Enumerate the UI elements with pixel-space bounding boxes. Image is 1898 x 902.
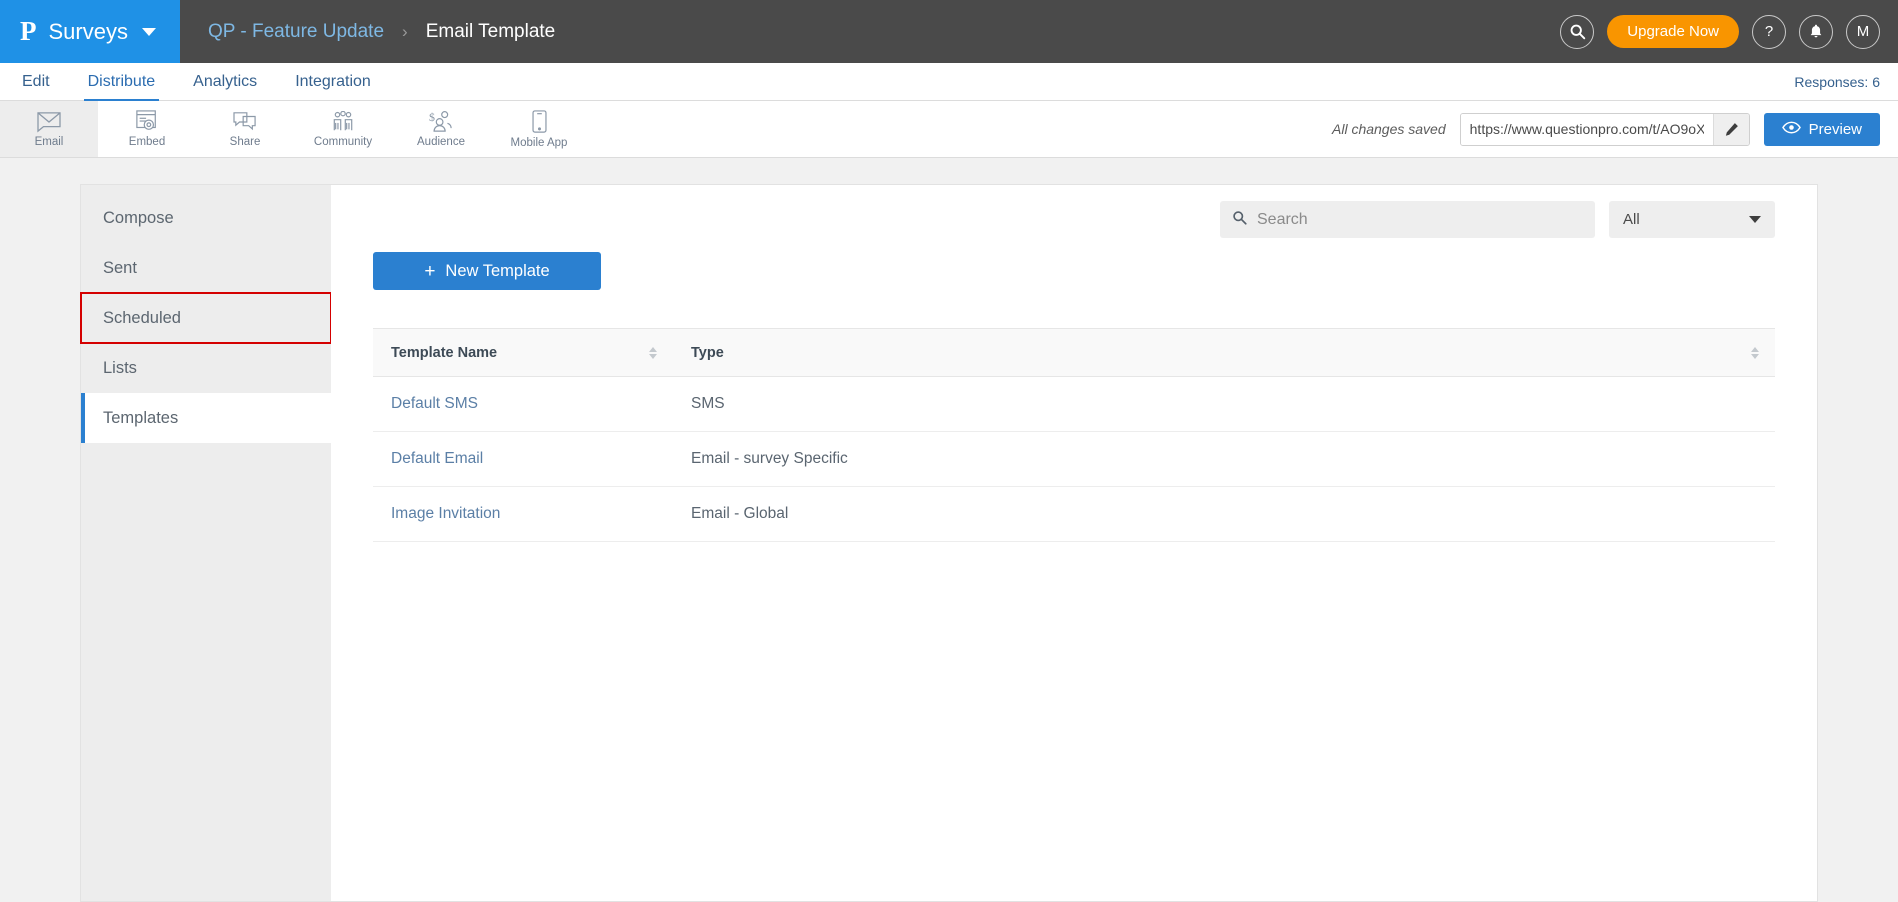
column-label: Type — [691, 344, 724, 361]
channel-label: Mobile App — [510, 136, 568, 149]
sidebar-item-label: Templates — [103, 408, 179, 427]
breadcrumb: QP - Feature Update › Email Template — [180, 0, 555, 63]
tab-distribute[interactable]: Distribute — [83, 63, 160, 101]
channel-label: Community — [313, 135, 373, 148]
templates-main-panel: All + New Template Template Name — [331, 185, 1817, 901]
upgrade-now-button[interactable]: Upgrade Now — [1607, 15, 1739, 48]
sidebar-item-scheduled[interactable]: Scheduled — [80, 292, 332, 344]
pencil-icon-button[interactable] — [1712, 113, 1749, 145]
templates-toolbar: All — [373, 185, 1775, 238]
table-row[interactable]: Default SMS SMS — [373, 376, 1775, 432]
channel-community[interactable]: Community — [294, 101, 392, 157]
table-row[interactable]: Image Invitation Email - Global — [373, 486, 1775, 542]
channel-share[interactable]: Share — [196, 101, 294, 157]
brand-label: Surveys — [48, 18, 128, 44]
sidebar-item-sent[interactable]: Sent — [81, 243, 331, 293]
sort-toggle-icon[interactable] — [1751, 346, 1759, 359]
community-people-icon — [330, 110, 356, 133]
sidebar-item-label: Scheduled — [103, 308, 181, 327]
filter-selected-value: All — [1623, 211, 1640, 228]
channel-label: Share — [229, 135, 261, 148]
preview-label: Preview — [1808, 120, 1862, 138]
questionpro-logo-icon: P — [20, 16, 37, 46]
email-sidebar-nav: Compose Sent Scheduled Lists Templates — [80, 185, 332, 901]
search-icon-button[interactable] — [1560, 14, 1595, 49]
tab-analytics[interactable]: Analytics — [189, 63, 261, 101]
breadcrumb-survey-name[interactable]: QP - Feature Update — [208, 21, 384, 43]
channel-label: Email — [34, 135, 64, 148]
top-header-bar: P Surveys QP - Feature Update › Email Te… — [0, 0, 1898, 63]
survey-url-box — [1459, 112, 1750, 146]
new-template-button[interactable]: + New Template — [373, 252, 601, 290]
new-template-label: New Template — [445, 261, 550, 280]
table-row[interactable]: Default Email Email - survey Specific — [373, 431, 1775, 487]
table-header: Template Name Type — [373, 328, 1775, 377]
tab-edit[interactable]: Edit — [18, 63, 54, 101]
plus-icon: + — [424, 260, 436, 282]
cell-template-name: Default SMS — [373, 376, 673, 432]
channel-email[interactable]: Email — [0, 101, 98, 157]
mobile-phone-icon — [531, 109, 548, 134]
sidebar-item-compose[interactable]: Compose — [81, 193, 331, 243]
breadcrumb-separator-icon: › — [402, 21, 408, 41]
breadcrumb-current-page: Email Template — [425, 20, 556, 42]
type-filter-dropdown[interactable]: All — [1609, 201, 1775, 238]
survey-url-input[interactable] — [1460, 113, 1713, 145]
envelope-icon — [36, 111, 62, 133]
column-label: Template Name — [391, 344, 498, 361]
responses-count: Responses: 6 — [1794, 73, 1880, 90]
sidebar-item-templates[interactable]: Templates — [81, 393, 331, 443]
embed-code-icon — [135, 110, 159, 133]
header-actions: Upgrade Now ? M — [1560, 0, 1880, 63]
cell-template-type: SMS — [673, 376, 1775, 432]
channel-label: Audience — [417, 136, 465, 148]
cell-template-type: Email - Global — [673, 486, 1775, 542]
sidebar-item-label: Compose — [103, 208, 174, 227]
table-body: Default SMS SMS Default Email Email - su… — [373, 376, 1775, 542]
template-name-link[interactable]: Image Invitation — [391, 505, 500, 522]
column-header-type[interactable]: Type — [673, 328, 1775, 377]
audience-dollar-icon: $ — [428, 110, 454, 133]
column-header-template-name[interactable]: Template Name — [373, 328, 673, 377]
distribution-channel-toolbar: Email Embed Share Community $ Audience M… — [0, 101, 1898, 158]
cell-template-name: Image Invitation — [373, 486, 673, 542]
search-icon — [1232, 210, 1247, 230]
help-icon-button[interactable]: ? — [1752, 14, 1786, 49]
share-speech-bubbles-icon — [233, 111, 257, 133]
content-shell: Compose Sent Scheduled Lists Templates S… — [80, 184, 1818, 902]
template-name-link[interactable]: Default Email — [391, 450, 483, 467]
page-body: Compose Sent Scheduled Lists Templates S… — [0, 158, 1898, 902]
cell-template-name: Default Email — [373, 431, 673, 487]
brand-surveys-menu[interactable]: P Surveys — [0, 0, 180, 63]
bell-icon-button[interactable] — [1799, 14, 1833, 49]
user-avatar[interactable]: M — [1846, 14, 1880, 49]
primary-tab-nav: Edit Distribute Analytics Integration Re… — [0, 63, 1898, 101]
save-status-text: All changes saved — [1332, 121, 1446, 137]
channel-mobile-app[interactable]: Mobile App — [490, 101, 588, 157]
template-name-link[interactable]: Default SMS — [391, 395, 478, 412]
search-field-wrapper[interactable] — [1220, 201, 1595, 238]
sidebar-item-label: Sent — [103, 258, 137, 277]
sidebar-item-lists[interactable]: Lists — [81, 343, 331, 393]
cell-template-type: Email - survey Specific — [673, 431, 1775, 487]
chevron-down-icon — [1749, 216, 1761, 223]
channel-audience[interactable]: $ Audience — [392, 101, 490, 157]
sidebar-item-label: Lists — [103, 358, 137, 377]
toolbar-right-actions: All changes saved Preview — [1332, 101, 1880, 157]
table-header-row: Template Name Type — [373, 328, 1775, 377]
tab-integration[interactable]: Integration — [291, 63, 375, 101]
sort-toggle-icon[interactable] — [649, 346, 657, 359]
templates-table: Template Name Type Default SMS SMS Defau… — [373, 328, 1775, 542]
chevron-down-icon — [141, 27, 156, 36]
channel-label: Embed — [128, 136, 166, 148]
svg-text:$: $ — [429, 110, 435, 124]
preview-button[interactable]: Preview — [1763, 112, 1880, 146]
search-input[interactable] — [1257, 210, 1583, 229]
eye-icon — [1781, 121, 1801, 138]
channel-embed[interactable]: Embed — [98, 101, 196, 157]
